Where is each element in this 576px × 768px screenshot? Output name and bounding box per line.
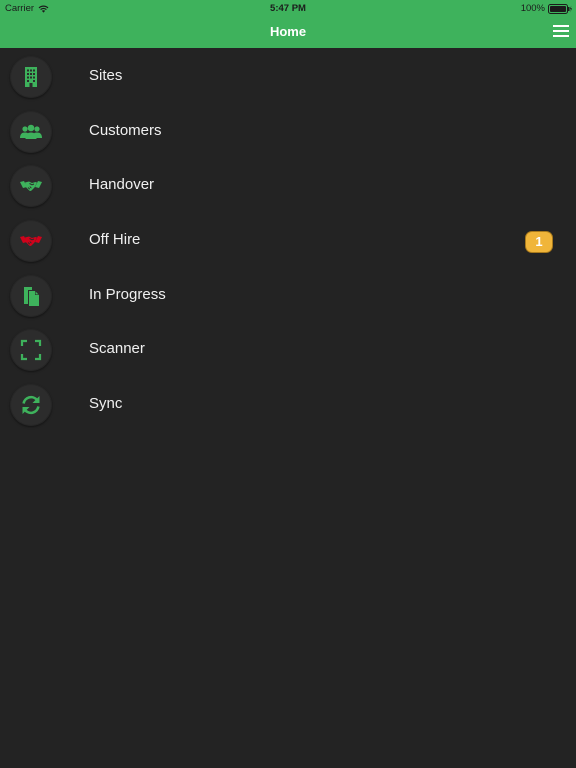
icon-circle bbox=[10, 329, 52, 372]
home-menu-list: Sites Customers Handover Off Hire In Pro… bbox=[0, 48, 576, 431]
users-icon bbox=[20, 124, 42, 139]
menu-item-off-hire[interactable]: Off Hire bbox=[0, 212, 576, 267]
menu-item-in-progress[interactable]: In Progress bbox=[0, 267, 576, 322]
icon-circle bbox=[10, 220, 52, 263]
battery-icon bbox=[548, 3, 572, 14]
handshake-red-icon bbox=[20, 236, 42, 247]
sync-icon bbox=[22, 396, 40, 415]
documents-icon bbox=[24, 286, 39, 306]
home-screen: Carrier 5:47 PM 100% Home Sites Customer… bbox=[0, 0, 576, 768]
menu-item-label: Sites bbox=[89, 67, 123, 84]
status-bar: Carrier 5:47 PM 100% bbox=[0, 0, 576, 16]
menu-item-scanner[interactable]: Scanner bbox=[0, 321, 576, 376]
status-time: 5:47 PM bbox=[270, 3, 306, 14]
menu-item-handover[interactable]: Handover bbox=[0, 157, 576, 212]
menu-item-label: Handover bbox=[89, 176, 155, 194]
menu-item-label: Customers bbox=[89, 121, 162, 139]
menu-item-label: Scanner bbox=[89, 340, 145, 358]
icon-circle bbox=[10, 110, 52, 153]
building-icon bbox=[25, 67, 37, 87]
menu-item-label: Off Hire bbox=[89, 231, 141, 249]
menu-item-label: Sync bbox=[89, 395, 123, 413]
scan-frame-icon bbox=[20, 340, 42, 361]
menu-item-sync[interactable]: Sync bbox=[0, 376, 576, 431]
header: Carrier 5:47 PM 100% Home bbox=[0, 0, 576, 48]
icon-circle bbox=[10, 56, 52, 98]
page-title: Home bbox=[269, 24, 307, 39]
menu-item-customers[interactable]: Customers bbox=[0, 103, 576, 158]
status-right: 100% bbox=[521, 3, 572, 14]
handshake-icon bbox=[20, 181, 42, 192]
in-progress-count-badge: 1 bbox=[526, 232, 552, 252]
icon-circle bbox=[10, 384, 52, 427]
icon-circle bbox=[10, 274, 52, 317]
hamburger-menu-button[interactable] bbox=[553, 24, 569, 38]
hamburger-menu-icon bbox=[553, 25, 569, 37]
menu-item-sites[interactable]: Sites bbox=[0, 48, 576, 103]
battery-percentage: 100% bbox=[520, 3, 545, 14]
navigation-bar: Home bbox=[0, 16, 576, 48]
icon-circle bbox=[10, 165, 52, 208]
menu-item-label: In Progress bbox=[89, 285, 166, 303]
